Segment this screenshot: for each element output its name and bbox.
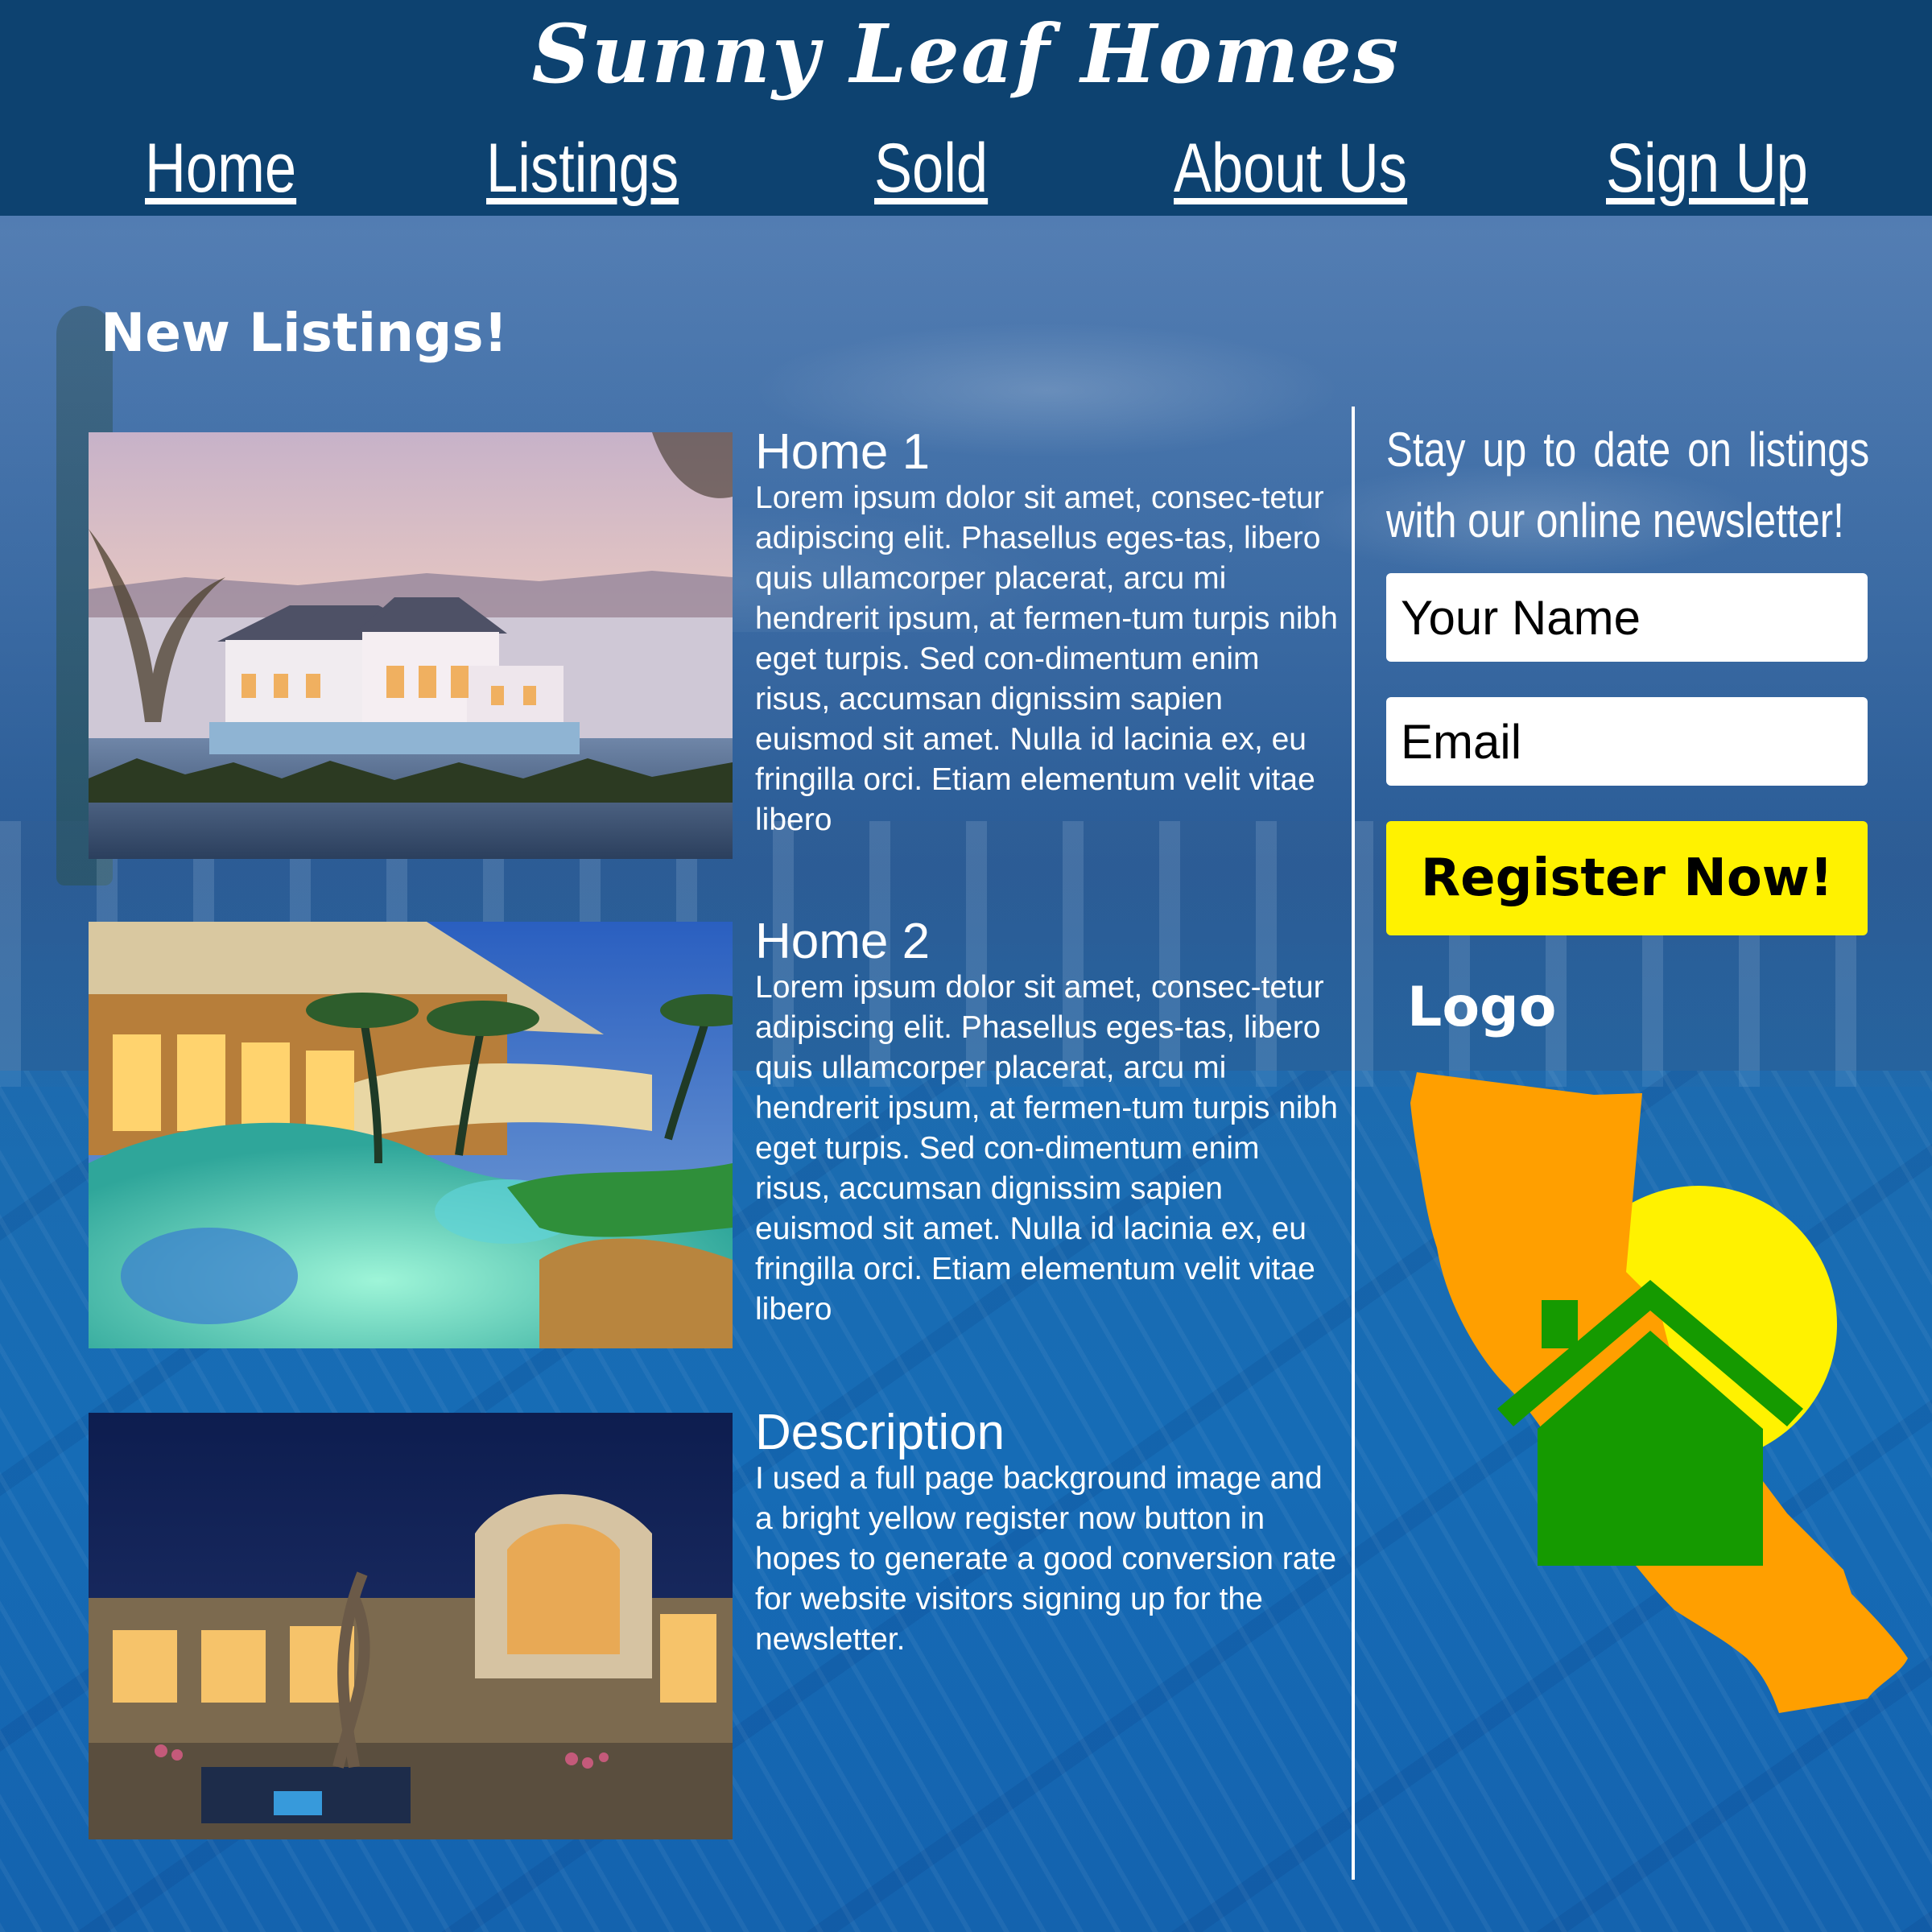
resort-pool-house-photo xyxy=(89,922,733,1348)
california-house-logo xyxy=(1393,1063,1924,1731)
page: Sunny Leaf Homes Home Listings Sold Abou… xyxy=(0,0,1932,1932)
listing-1-title[interactable]: Home 1 xyxy=(755,427,1343,478)
listing-2-text: Home 2 Lorem ipsum dolor sit amet, conse… xyxy=(755,916,1343,1330)
description-text: Description I used a full page backgroun… xyxy=(755,1407,1343,1660)
listing-2-description: Lorem ipsum dolor sit amet, consec-tetur… xyxy=(755,970,1338,1327)
main-nav: Home Listings Sold About Us Sign Up xyxy=(0,129,1932,209)
nav-listings-link[interactable]: Listings xyxy=(486,129,679,208)
newsletter-promo-text: Stay up to date on listings with our onl… xyxy=(1386,423,1870,547)
listing-2-title[interactable]: Home 2 xyxy=(755,916,1343,968)
nav-sign-up-link[interactable]: Sign Up xyxy=(1606,129,1808,208)
modern-villa-night-photo xyxy=(89,1413,733,1839)
logo-icon xyxy=(1410,1072,1908,1713)
listing-2-photo[interactable] xyxy=(89,922,733,1348)
description-body: I used a full page background image and … xyxy=(755,1461,1337,1657)
site-title: Sunny Leaf Homes xyxy=(531,6,1401,101)
nav-about-us-link[interactable]: About Us xyxy=(1174,129,1407,208)
listing-1-photo[interactable] xyxy=(89,432,733,859)
listing-1-description: Lorem ipsum dolor sit amet, consec-tetur… xyxy=(755,481,1338,837)
nav-sold-link[interactable]: Sold xyxy=(874,129,988,208)
register-now-button[interactable]: Register Now! xyxy=(1386,821,1868,935)
logo-label: Logo xyxy=(1407,976,1557,1039)
email-field[interactable] xyxy=(1386,697,1868,786)
listing-1-text: Home 1 Lorem ipsum dolor sit amet, conse… xyxy=(755,427,1343,840)
description-title: Description xyxy=(755,1405,1005,1460)
mansion-waterfront-photo xyxy=(89,432,733,859)
nav-home-link[interactable]: Home xyxy=(145,129,296,208)
header: Sunny Leaf Homes Home Listings Sold Abou… xyxy=(0,0,1932,216)
listing-3-photo[interactable] xyxy=(89,1413,733,1839)
column-divider xyxy=(1352,407,1355,1880)
name-field[interactable] xyxy=(1386,573,1868,662)
section-title: New Listings! xyxy=(101,302,508,364)
